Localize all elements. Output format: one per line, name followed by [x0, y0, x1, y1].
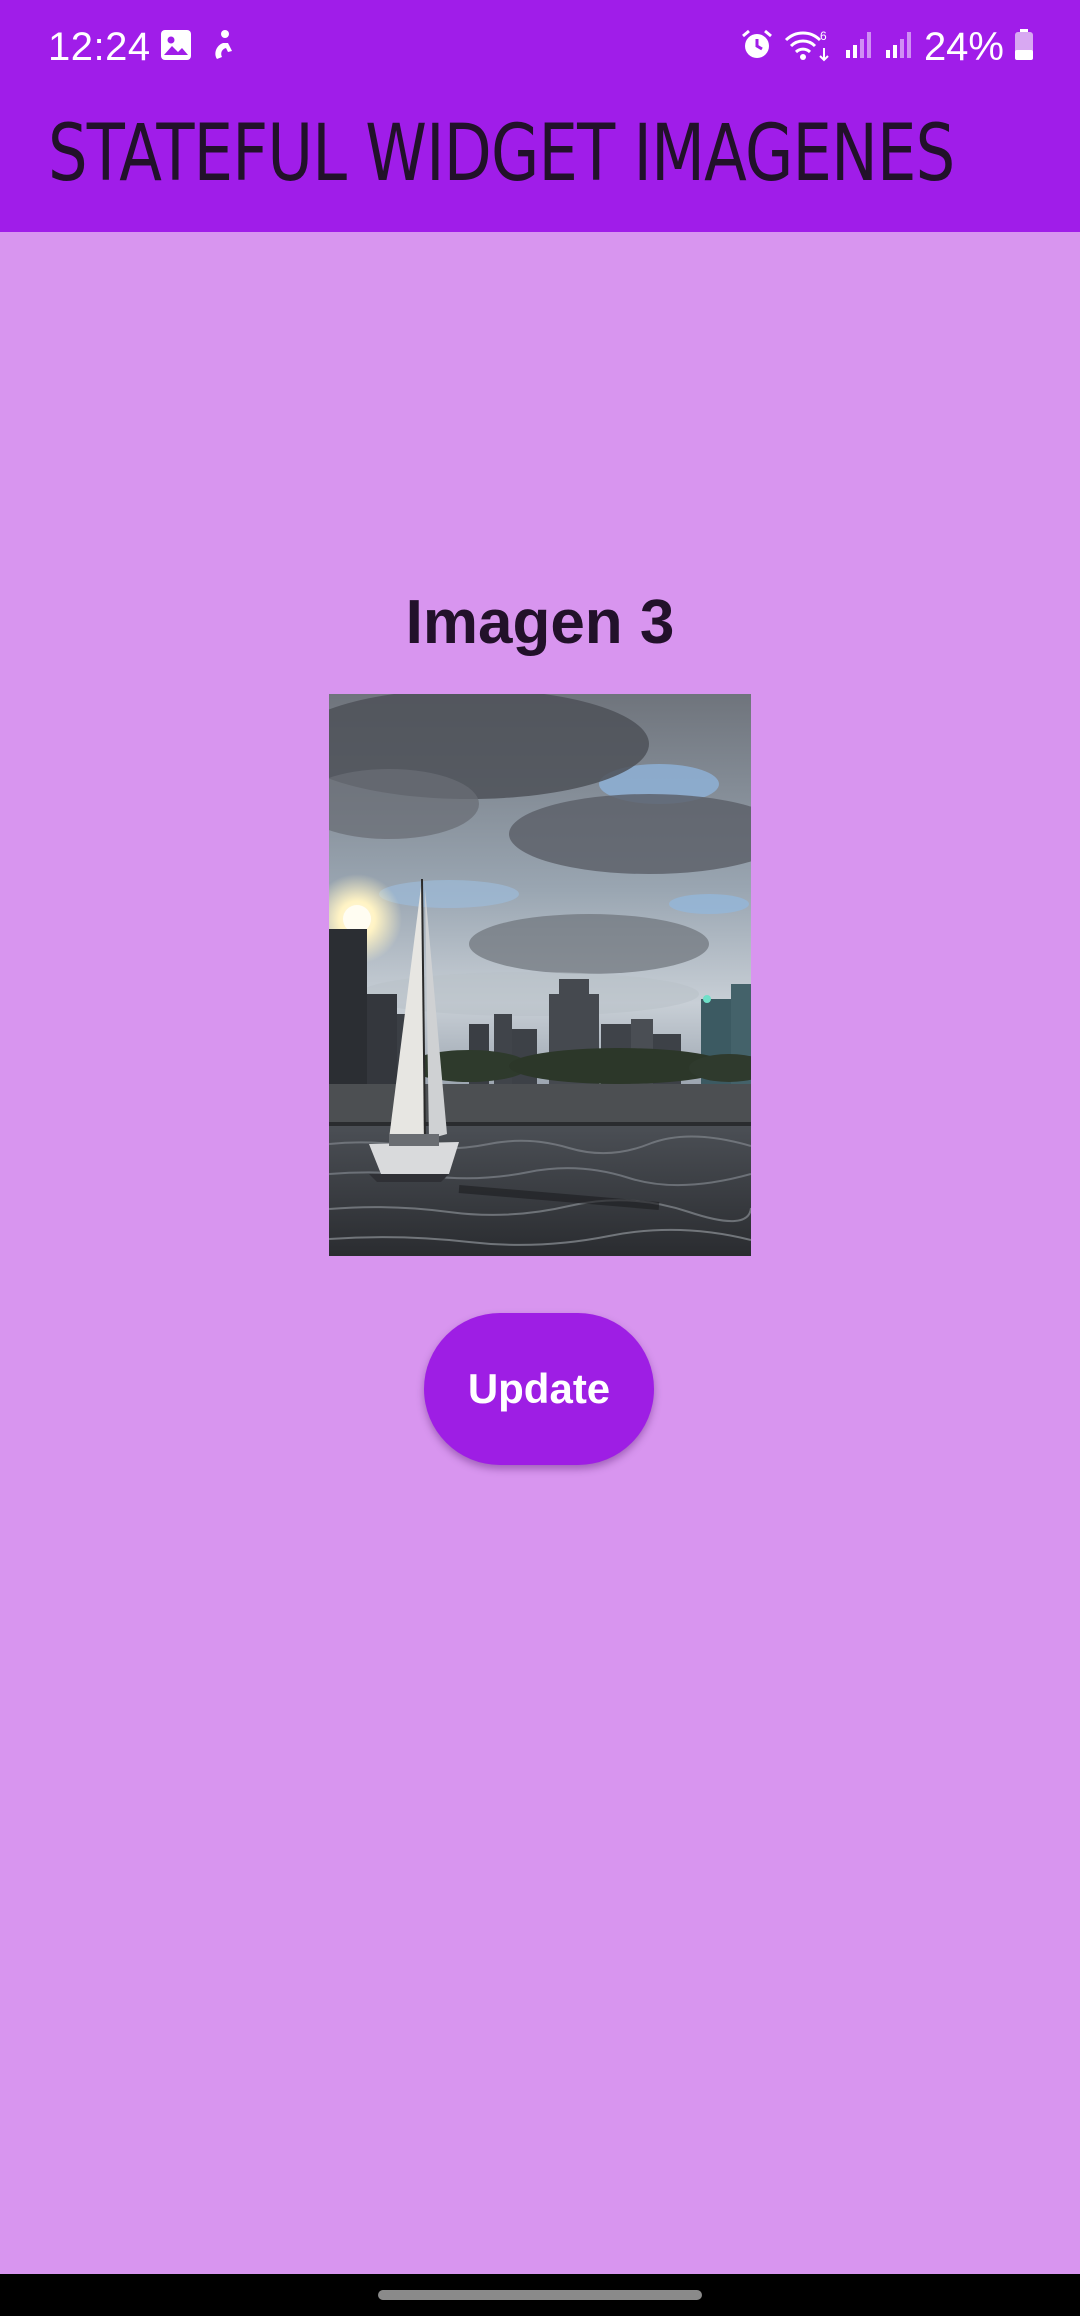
app-bar: 12:24 6 24% STATEFUL WIDGET IMAGENES — [0, 0, 1080, 232]
status-bar: 12:24 6 24% — [0, 0, 1080, 94]
battery-icon — [1014, 28, 1034, 66]
app-title: STATEFUL WIDGET IMAGENES — [48, 109, 955, 199]
status-time: 12:24 — [48, 25, 151, 69]
svg-text:6: 6 — [820, 29, 827, 43]
sailboat-city-skyline-photo — [329, 694, 751, 1256]
alarm-icon — [740, 28, 774, 67]
status-right-icons: 6 24% — [740, 22, 1034, 72]
home-indicator[interactable] — [378, 2290, 702, 2300]
accessibility-icon — [208, 29, 240, 66]
wifi-6-icon: 6 — [784, 28, 834, 67]
image-caption: Imagen 3 — [405, 588, 675, 657]
signal-icon — [844, 30, 874, 65]
navigation-bar — [0, 2274, 1080, 2316]
status-left-icons — [160, 29, 240, 66]
update-button[interactable]: Update — [424, 1313, 654, 1465]
battery-percent: 24% — [923, 25, 1004, 69]
gallery-icon — [160, 29, 192, 66]
signal-icon — [884, 30, 914, 65]
